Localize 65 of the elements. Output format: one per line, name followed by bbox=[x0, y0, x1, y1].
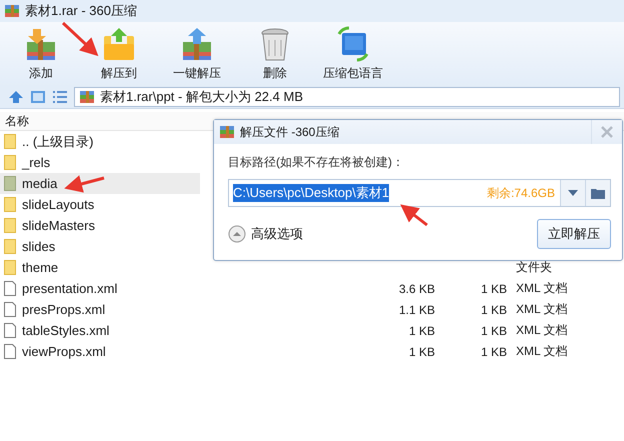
up-arrow-icon[interactable] bbox=[8, 90, 24, 104]
type-cell: XML 文档 bbox=[516, 281, 568, 295]
packed-size-cell: 1 KB bbox=[480, 302, 507, 316]
type-cell: XML 文档 bbox=[516, 302, 568, 316]
file-icon bbox=[4, 281, 16, 296]
file-name[interactable]: tableStyles.xml bbox=[20, 320, 200, 341]
folder-icon bbox=[591, 188, 605, 198]
window-title: 素材1.rar - 360压缩 bbox=[25, 2, 137, 20]
folder-icon bbox=[4, 239, 16, 254]
thumbnail-view-icon[interactable] bbox=[30, 90, 46, 104]
annotation-arrow bbox=[62, 22, 98, 56]
destination-path-field[interactable]: C:\Users\pc\Desktop\素材1 剩余:74.6GB bbox=[228, 179, 611, 207]
archive-icon bbox=[4, 3, 20, 19]
toolbar-button[interactable]: 压缩包语言 bbox=[314, 22, 392, 86]
toolbar-button[interactable]: 解压到 bbox=[80, 22, 158, 86]
toolbar-button[interactable]: 删除 bbox=[236, 22, 314, 86]
file-name[interactable]: slideMasters bbox=[20, 215, 200, 236]
file-name[interactable]: presentation.xml bbox=[20, 278, 200, 299]
address-field[interactable]: 素材1.rar\ppt - 解包大小为 22.4 MB bbox=[74, 87, 620, 107]
advanced-options-toggle[interactable]: 高级选项 bbox=[228, 225, 303, 243]
expand-toggle-icon bbox=[228, 225, 246, 243]
file-name[interactable]: slides bbox=[20, 236, 200, 257]
file-icon bbox=[4, 302, 16, 317]
toolbar-button[interactable]: 一键解压 bbox=[158, 22, 236, 86]
folder-icon bbox=[4, 134, 16, 149]
address-path: 素材1.rar\ppt - 解包大小为 22.4 MB bbox=[100, 88, 303, 106]
type-cell: XML 文档 bbox=[516, 344, 568, 358]
file-icon bbox=[4, 344, 16, 359]
file-name[interactable]: slideLayouts bbox=[20, 194, 200, 215]
packed-size-cell: 1 KB bbox=[480, 344, 507, 358]
caret-icon bbox=[568, 190, 578, 196]
file-icon bbox=[4, 323, 16, 338]
archive-icon bbox=[79, 89, 95, 105]
list-view-icon[interactable] bbox=[52, 90, 68, 104]
file-name[interactable]: viewProps.xml bbox=[20, 341, 200, 362]
file-name[interactable]: .. (上级目录) bbox=[20, 131, 200, 152]
type-cell: 文件夹 bbox=[516, 260, 552, 274]
annotation-arrow bbox=[400, 204, 428, 226]
file-name[interactable]: theme bbox=[20, 257, 200, 278]
type-cell: XML 文档 bbox=[516, 323, 568, 337]
size-cell: 1.1 KB bbox=[398, 302, 435, 316]
folder-icon bbox=[101, 26, 137, 62]
folder-icon bbox=[4, 176, 16, 191]
destination-label: 目标路径(如果不存在将被创建)： bbox=[228, 154, 405, 171]
file-name[interactable]: _rels bbox=[20, 152, 200, 173]
file-name[interactable]: presProps.xml bbox=[20, 299, 200, 320]
size-cell: 1 KB bbox=[408, 344, 435, 358]
folder-icon bbox=[4, 218, 16, 233]
extract-now-button[interactable]: 立即解压 bbox=[537, 219, 611, 249]
folder-icon bbox=[4, 260, 16, 275]
packed-size-cell: 1 KB bbox=[480, 282, 507, 296]
packed-size-cell: 1 KB bbox=[480, 324, 507, 338]
size-cell: 3.6 KB bbox=[398, 282, 435, 296]
toolbar-button[interactable]: 添加 bbox=[2, 22, 80, 86]
dropdown-button[interactable] bbox=[560, 180, 585, 206]
browse-button[interactable] bbox=[585, 180, 610, 206]
language-icon bbox=[335, 26, 371, 62]
size-cell: 1 KB bbox=[408, 324, 435, 338]
folder-icon bbox=[4, 155, 16, 170]
folder-icon bbox=[4, 197, 16, 212]
free-space-text: 剩余:74.6GB bbox=[486, 184, 556, 202]
dialog-title: 解压文件 -360压缩 bbox=[240, 124, 340, 140]
annotation-arrow bbox=[64, 175, 104, 193]
archive-icon bbox=[219, 124, 235, 140]
file-name[interactable]: media bbox=[20, 173, 200, 194]
